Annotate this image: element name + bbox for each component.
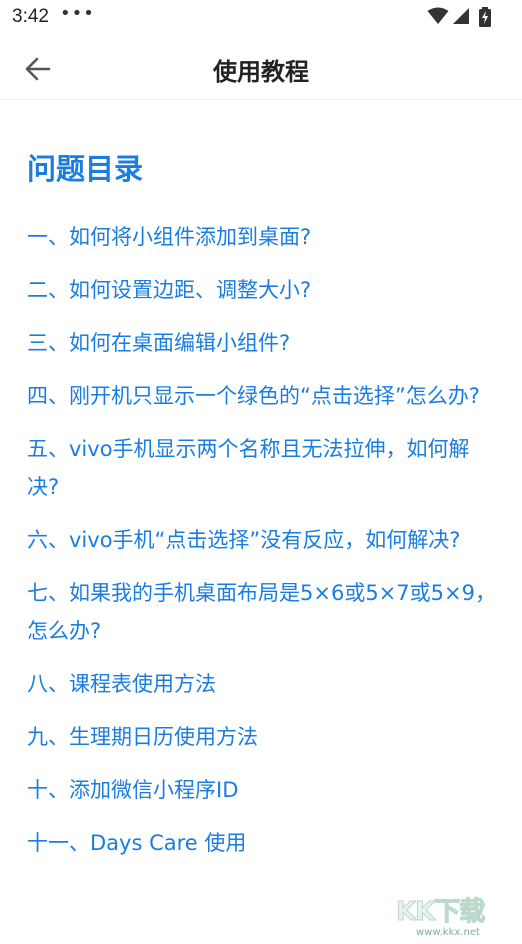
- faq-list: 一、如何将小组件添加到桌面? 二、如何设置边距、调整大小? 三、如何在桌面编辑小…: [27, 218, 499, 862]
- section-title: 问题目录: [27, 152, 144, 186]
- battery-charging-icon: [479, 7, 491, 27]
- faq-link-9[interactable]: 九、生理期日历使用方法: [27, 718, 499, 756]
- faq-link-7[interactable]: 七、如果我的手机桌面布局是5×6或5×7或5×9，怎么办?: [27, 574, 499, 650]
- faq-link-11[interactable]: 十一、Days Care 使用: [27, 824, 499, 862]
- watermark-logo: KK下载: [396, 897, 486, 927]
- status-time: 3:42: [12, 6, 49, 27]
- faq-link-6[interactable]: 六、vivo手机“点击选择”没有反应，如何解决?: [27, 521, 499, 559]
- app-bar: 使用教程: [0, 34, 522, 100]
- status-icons: [427, 7, 492, 27]
- watermark-url: www.kkx.net: [416, 927, 480, 938]
- signal-icon: [453, 8, 469, 24]
- tutorial-content: 问题目录 一、如何将小组件添加到桌面? 二、如何设置边距、调整大小? 三、如何在…: [27, 148, 499, 877]
- wifi-icon: [427, 7, 449, 24]
- status-bar: 3:42 •••: [0, 0, 522, 34]
- notification-dots: •••: [60, 3, 95, 24]
- faq-link-5[interactable]: 五、vivo手机显示两个名称且无法拉伸，如何解决?: [27, 430, 499, 506]
- page-title: 使用教程: [213, 58, 309, 86]
- faq-link-4[interactable]: 四、刚开机只显示一个绿色的“点击选择”怎么办?: [27, 377, 499, 415]
- faq-link-10[interactable]: 十、添加微信小程序ID: [27, 771, 499, 809]
- faq-link-1[interactable]: 一、如何将小组件添加到桌面?: [27, 218, 499, 256]
- faq-link-3[interactable]: 三、如何在桌面编辑小组件?: [27, 324, 499, 362]
- site-watermark: KK下载 www.kkx.net: [396, 898, 514, 942]
- faq-link-8[interactable]: 八、课程表使用方法: [27, 665, 499, 703]
- faq-link-2[interactable]: 二、如何设置边距、调整大小?: [27, 271, 499, 309]
